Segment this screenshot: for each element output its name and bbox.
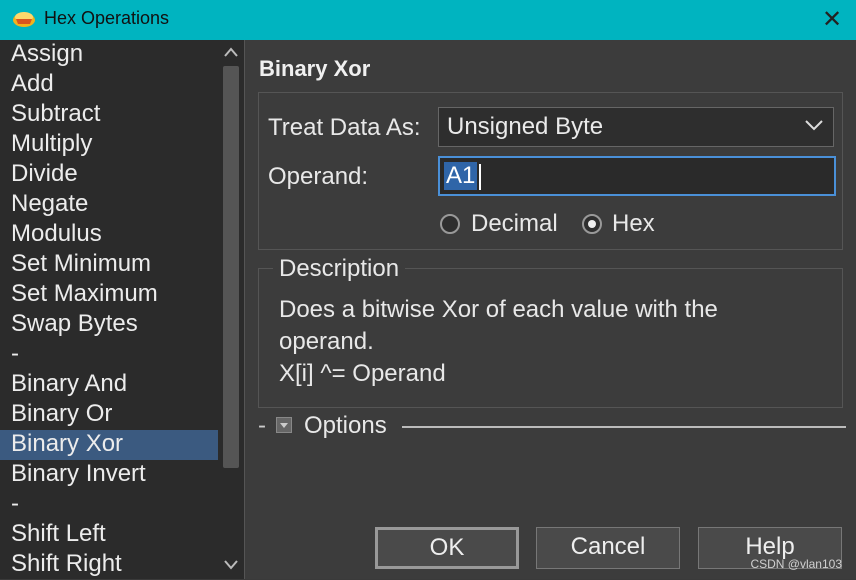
operand-value: A1 bbox=[444, 162, 478, 190]
list-item[interactable]: Divide bbox=[0, 160, 218, 190]
list-item[interactable]: Binary And bbox=[0, 370, 218, 400]
list-scrollbar[interactable] bbox=[220, 40, 242, 579]
treat-data-label: Treat Data As: bbox=[268, 114, 421, 141]
list-item[interactable]: Assign bbox=[0, 40, 218, 70]
window-title: Hex Operations bbox=[44, 8, 170, 28]
decimal-radio[interactable] bbox=[440, 214, 460, 234]
description-legend: Description bbox=[273, 255, 406, 283]
scroll-down-icon[interactable] bbox=[220, 555, 242, 577]
app-icon bbox=[13, 12, 35, 27]
scroll-thumb[interactable] bbox=[223, 66, 239, 468]
list-item[interactable]: Set Minimum bbox=[0, 250, 218, 280]
list-item[interactable]: Negate bbox=[0, 190, 218, 220]
operations-list[interactable]: Assign Add Subtract Multiply Divide Negate Mod… bbox=[0, 40, 245, 579]
decimal-radio-label[interactable]: Decimal bbox=[471, 210, 558, 238]
treat-data-select[interactable]: Unsigned Byte bbox=[438, 107, 834, 147]
list-item[interactable]: Subtract bbox=[0, 100, 218, 130]
operations-list-items: Assign Add Subtract Multiply Divide Negate Mod… bbox=[0, 40, 218, 580]
watermark: CSDN @vlan103 bbox=[750, 557, 842, 571]
list-item[interactable]: Add bbox=[0, 70, 218, 100]
options-divider bbox=[402, 426, 846, 428]
description-line: Does a bitwise Xor of each value with th… bbox=[279, 296, 718, 323]
list-item[interactable]: Binary Invert bbox=[0, 460, 218, 490]
operand-input[interactable]: A1 bbox=[438, 156, 836, 196]
description-line: X[i] ^= Operand bbox=[279, 360, 446, 387]
list-item[interactable]: Multiply bbox=[0, 130, 218, 160]
chevron-down-icon bbox=[805, 120, 823, 131]
options-section: - Options bbox=[258, 412, 848, 442]
ok-button[interactable]: OK bbox=[375, 527, 519, 569]
list-item[interactable]: Swap Bytes bbox=[0, 310, 218, 340]
list-item[interactable]: Binary Xor bbox=[0, 430, 218, 460]
list-item[interactable]: Binary Or bbox=[0, 400, 218, 430]
operation-title: Binary Xor bbox=[259, 56, 371, 81]
options-dash: - bbox=[258, 412, 266, 439]
operand-label: Operand: bbox=[268, 163, 369, 190]
hex-radio[interactable] bbox=[582, 214, 602, 234]
hex-radio-label[interactable]: Hex bbox=[612, 210, 655, 238]
scroll-up-icon[interactable] bbox=[220, 42, 242, 64]
description-group: Description Does a bitwise Xor of each v… bbox=[258, 255, 843, 408]
treat-data-value: Unsigned Byte bbox=[447, 113, 604, 140]
title-bar: Hex Operations ✕ bbox=[0, 0, 856, 40]
expand-toggle-icon[interactable] bbox=[276, 417, 292, 433]
description-line: operand. bbox=[279, 328, 374, 355]
cancel-button[interactable]: Cancel bbox=[536, 527, 680, 569]
list-item[interactable]: Shift Left bbox=[0, 520, 218, 550]
list-item[interactable]: - bbox=[0, 340, 218, 370]
close-icon[interactable]: ✕ bbox=[818, 6, 846, 34]
list-item[interactable]: - bbox=[0, 490, 218, 520]
list-item[interactable]: Set Maximum bbox=[0, 280, 218, 310]
list-item[interactable]: Shift Right bbox=[0, 550, 218, 580]
list-item[interactable]: Modulus bbox=[0, 220, 218, 250]
options-label[interactable]: Options bbox=[304, 412, 387, 440]
operation-panel: Binary Xor Treat Data As: Unsigned Byte … bbox=[245, 40, 856, 579]
text-caret bbox=[479, 164, 481, 190]
